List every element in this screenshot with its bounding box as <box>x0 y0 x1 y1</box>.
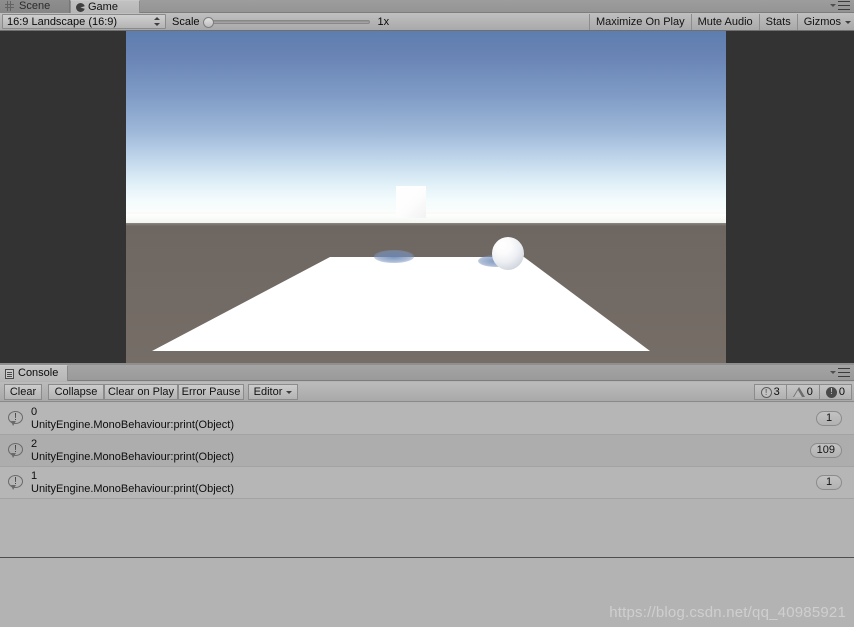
console-detail-pane: https://blog.csdn.net/qq_40985921 <box>0 558 854 627</box>
chevron-down-icon <box>830 371 836 374</box>
warning-icon <box>792 387 805 397</box>
clear-on-play-label: Clear on Play <box>107 385 175 398</box>
scale-control: Scale 1x <box>172 15 389 29</box>
sphere-object <box>492 237 524 270</box>
chevron-down-icon <box>845 20 851 24</box>
aspect-ratio-dropdown[interactable]: 16:9 Landscape (16:9) <box>2 14 166 29</box>
cube-shadow <box>374 250 414 263</box>
tab-console-label: Console <box>18 367 59 379</box>
stats-label: Stats <box>765 15 791 28</box>
log-collapse-count: 1 <box>816 411 842 426</box>
scale-value: 1x <box>377 16 390 28</box>
console-toolbar: Clear Collapse Clear on Play Error Pause… <box>0 382 854 402</box>
gizmos-label: Gizmos <box>803 15 841 28</box>
sky-gradient <box>126 31 726 223</box>
editor-label: Editor <box>253 385 283 398</box>
scale-label: Scale <box>172 16 200 28</box>
scale-slider[interactable] <box>202 17 370 28</box>
error-count: 0 <box>838 386 845 398</box>
mute-audio-label: Mute Audio <box>697 15 753 28</box>
table-row[interactable]: ! 1 UnityEngine.MonoBehaviour:print(Obje… <box>0 467 854 499</box>
aspect-ratio-value: 16:9 Landscape (16:9) <box>7 15 118 28</box>
error-icon <box>825 386 837 398</box>
updown-arrows-icon <box>154 16 161 27</box>
tab-scene[interactable]: Scene <box>0 0 70 13</box>
maximize-on-play-button[interactable]: Maximize On Play <box>588 14 691 30</box>
grid-icon <box>5 1 16 12</box>
scale-slider-handle[interactable] <box>202 17 214 28</box>
info-count-toggle[interactable]: 3 <box>753 384 787 400</box>
table-row[interactable]: ! 0 UnityEngine.MonoBehaviour:print(Obje… <box>0 403 854 435</box>
clear-label: Clear <box>9 385 37 398</box>
game-view-toolbar: 16:9 Landscape (16:9) Scale 1x Maximize … <box>0 13 854 31</box>
log-stack: UnityEngine.MonoBehaviour:print(Object) <box>31 451 234 463</box>
horizon-haze <box>126 214 726 226</box>
game-view-render-area[interactable] <box>0 31 854 365</box>
mute-audio-button[interactable]: Mute Audio <box>690 14 759 30</box>
tab-console[interactable]: Console <box>0 365 69 381</box>
hamburger-menu-icon <box>838 368 850 377</box>
game-viewport <box>126 31 726 365</box>
unity-editor-window: Scene Game 16:9 Landscape (16:9) Scale 1… <box>0 0 854 627</box>
console-tab-bar: Console <box>0 365 854 381</box>
document-icon <box>5 368 14 379</box>
log-message: 0 <box>31 405 38 418</box>
info-icon <box>760 386 772 398</box>
info-icon: ! <box>8 443 24 458</box>
tab-scene-label: Scene <box>19 0 51 12</box>
log-entry-text: 2 UnityEngine.MonoBehaviour:print(Object… <box>31 437 810 465</box>
maximize-on-play-label: Maximize On Play <box>595 15 685 28</box>
tab-game[interactable]: Game <box>70 0 140 13</box>
stats-button[interactable]: Stats <box>758 14 797 30</box>
pacman-icon <box>76 3 85 12</box>
log-collapse-count: 1 <box>816 475 842 490</box>
info-icon: ! <box>8 411 24 426</box>
view-options-menu-button[interactable] <box>830 1 850 10</box>
warning-count-toggle[interactable]: 0 <box>786 384 820 400</box>
clear-on-play-button[interactable]: Clear on Play <box>104 384 178 400</box>
chevron-down-icon <box>286 390 293 394</box>
log-entry-text: 0 UnityEngine.MonoBehaviour:print(Object… <box>31 405 816 433</box>
info-icon: ! <box>8 475 24 490</box>
collapse-label: Collapse <box>54 385 98 398</box>
log-message: 2 <box>31 437 38 450</box>
chevron-down-icon <box>830 4 836 7</box>
editor-dropdown-button[interactable]: Editor <box>248 384 298 400</box>
log-message: 1 <box>31 469 38 482</box>
clear-button[interactable]: Clear <box>4 384 42 400</box>
console-counters: 3 0 0 <box>753 384 852 400</box>
watermark-text: https://blog.csdn.net/qq_40985921 <box>609 604 846 621</box>
warning-count: 0 <box>806 386 813 398</box>
collapse-button[interactable]: Collapse <box>48 384 104 400</box>
console-options-menu-button[interactable] <box>830 368 850 377</box>
log-entry-text: 1 UnityEngine.MonoBehaviour:print(Object… <box>31 469 816 497</box>
error-count-toggle[interactable]: 0 <box>819 384 852 400</box>
console-log-list[interactable]: ! 0 UnityEngine.MonoBehaviour:print(Obje… <box>0 403 854 557</box>
log-stack: UnityEngine.MonoBehaviour:print(Object) <box>31 483 234 495</box>
gizmos-button[interactable]: Gizmos <box>796 14 854 30</box>
tab-game-label: Game <box>88 0 118 13</box>
info-count: 3 <box>773 386 780 398</box>
error-pause-label: Error Pause <box>181 385 241 398</box>
table-row[interactable]: ! 2 UnityEngine.MonoBehaviour:print(Obje… <box>0 435 854 467</box>
white-plane-object <box>126 243 726 365</box>
log-collapse-count: 109 <box>809 443 842 458</box>
cube-object <box>396 186 426 218</box>
log-stack: UnityEngine.MonoBehaviour:print(Object) <box>31 419 234 431</box>
game-toolbar-right-buttons: Maximize On Play Mute Audio Stats Gizmos <box>588 14 854 30</box>
view-tab-bar: Scene Game <box>0 0 854 13</box>
error-pause-button[interactable]: Error Pause <box>178 384 244 400</box>
hamburger-menu-icon <box>838 1 850 10</box>
